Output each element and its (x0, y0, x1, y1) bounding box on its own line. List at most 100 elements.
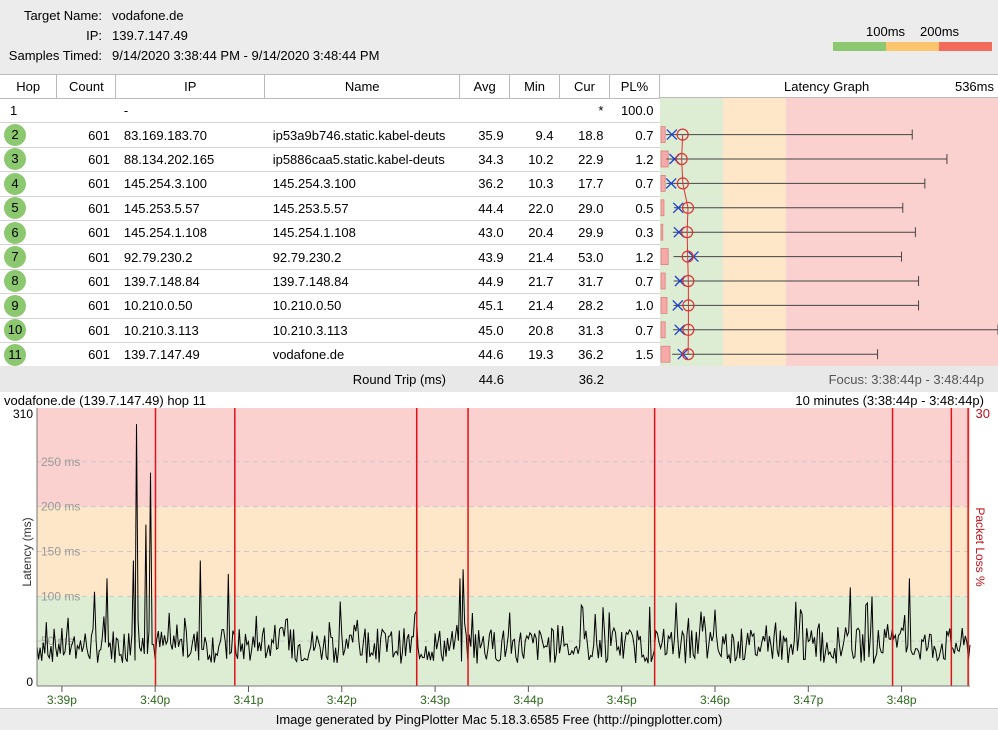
count-cell: 601 (56, 318, 116, 343)
name-cell: 92.79.230.2 (264, 244, 460, 270)
table-row[interactable]: 8 601 139.7.148.84 139.7.148.84 44.9 21.7 31.7… (0, 269, 660, 295)
name-cell: ip53a9b746.static.kabel-deuts (264, 122, 460, 148)
round-trip-cur: 36.2 (578, 372, 604, 387)
table-row[interactable]: 10 601 10.210.3.113 10.210.3.113 45.0 20.8 31.… (0, 318, 660, 343)
ip-cell: 10.210.0.50 (115, 293, 265, 319)
min-cell: 21.4 (509, 244, 560, 270)
ip-cell: - (115, 98, 265, 124)
count-cell: 601 (56, 122, 116, 148)
col-avg[interactable]: Avg (459, 74, 511, 99)
cur-cell: 31.7 (559, 269, 610, 295)
col-name[interactable]: Name (264, 74, 461, 99)
hop-number: 4 (4, 172, 26, 195)
pl-cell: 1.2 (609, 244, 660, 270)
round-trip-row: Round Trip (ms) 44.6 36.2 Focus: 3:38:44… (0, 366, 998, 392)
y-tick-label: 100 ms (41, 589, 80, 603)
target-name-value: vodafone.de (112, 8, 184, 23)
ip-value: 139.7.147.49 (112, 28, 188, 43)
latency-graph-header: Latency Graph 536ms (660, 74, 998, 98)
col-pl[interactable]: PL% (609, 74, 661, 99)
col-ip[interactable]: IP (115, 74, 266, 99)
min-cell: 21.7 (509, 269, 560, 295)
col-hop[interactable]: Hop (0, 74, 58, 99)
round-trip-label: Round Trip (ms) (352, 372, 446, 387)
avg-cell: 35.9 (459, 122, 510, 148)
hop-number: 1 (10, 103, 18, 119)
avg-cell: 34.3 (459, 147, 510, 173)
table-row[interactable]: 5 601 145.253.5.57 145.253.5.57 44.4 22.0 29.0… (0, 196, 660, 221)
latency-graph[interactable] (660, 98, 998, 367)
hop-number: 8 (4, 270, 26, 293)
ip-cell: 92.79.230.2 (115, 244, 265, 270)
focus-range: Focus: 3:38:44p - 3:48:44p (828, 372, 984, 387)
hop-number: 7 (4, 246, 26, 269)
hop-cell: 1 (0, 98, 57, 124)
pl-cell: 1.2 (609, 147, 660, 173)
col-min[interactable]: Min (509, 74, 561, 99)
col-cur[interactable]: Cur (559, 74, 610, 99)
x-tick-label: 3:46p (700, 693, 730, 707)
cur-cell: 36.2 (559, 342, 610, 368)
avg-cell: 44.9 (459, 269, 510, 295)
y-tick-label: 0 (26, 675, 33, 689)
packet-loss-bar (660, 345, 671, 363)
x-tick-label: 3:41p (233, 693, 263, 707)
hops-table: Hop Count IP Name Avg Min Cur PL% 1- * 100… (0, 74, 661, 368)
name-cell: 145.254.1.108 (264, 220, 460, 246)
pl-cell: 1.5 (609, 342, 660, 368)
table-row[interactable]: 7 601 92.79.230.2 92.79.230.2 43.9 21.4 53.0 1.… (0, 244, 660, 270)
x-tick-label: 3:48p (887, 693, 917, 707)
count-cell: 601 (56, 147, 116, 173)
hop-number: 9 (4, 294, 26, 317)
timeline-chart[interactable]: 310250 ms200 ms150 ms100 ms50 ms0Latency… (0, 406, 998, 708)
footer: Image generated by PingPlotter Mac 5.18.… (0, 708, 998, 730)
min-cell: 22.0 (509, 196, 560, 221)
table-row[interactable]: 11 601 139.7.147.49 vodafone.de 44.6 19.3 36.2… (0, 342, 660, 368)
target-name-label: Target Name: (23, 8, 102, 23)
table-row[interactable]: 1 - * 100.0 (0, 98, 660, 124)
name-cell: 10.210.3.113 (264, 318, 460, 343)
table-row[interactable]: 4 601 145.254.3.100 145.254.3.100 36.2 10.3 17… (0, 171, 660, 197)
min-cell: 20.8 (509, 318, 560, 343)
name-cell: 10.210.0.50 (264, 293, 460, 319)
count-cell: 601 (56, 269, 116, 295)
samples-label: Samples Timed: (8, 48, 102, 63)
y2-axis-label: Packet Loss % (973, 507, 987, 587)
packet-loss-bar (660, 175, 666, 192)
table-row[interactable]: 9 601 10.210.0.50 10.210.0.50 45.1 21.4 28.2 1.… (0, 293, 660, 319)
count-cell: 601 (56, 244, 116, 270)
name-cell: 139.7.148.84 (264, 269, 460, 295)
min-cell: 19.3 (509, 342, 560, 368)
hop-number: 11 (4, 343, 26, 366)
pl-cell: 100.0 (609, 98, 660, 124)
min-cell: 21.4 (509, 293, 560, 319)
hop-number: 2 (4, 124, 26, 147)
timeline-panel[interactable]: vodafone.de (139.7.147.49) hop 11 10 min… (0, 392, 998, 708)
x-tick-label: 3:42p (327, 693, 357, 707)
avg-cell: 43.0 (459, 220, 510, 246)
hop-cell: 3 (0, 147, 57, 173)
cur-cell: 29.9 (559, 220, 610, 246)
hop-cell: 5 (0, 196, 57, 221)
pl-cell: 1.0 (609, 293, 660, 319)
latency-zone (37, 408, 970, 507)
count-cell: 601 (56, 293, 116, 319)
hop-number: 3 (4, 148, 26, 171)
pl-cell: 0.7 (609, 318, 660, 343)
table-row[interactable]: 2 601 83.169.183.70 ip53a9b746.static.kabel… (0, 122, 660, 148)
table-row[interactable]: 3 601 88.134.202.165 ip5886caa5.static.kabe… (0, 147, 660, 173)
avg-cell: 45.0 (459, 318, 510, 343)
table-row[interactable]: 6 601 145.254.1.108 145.254.1.108 43.0 20.4 29… (0, 220, 660, 246)
packet-loss-bar (660, 297, 668, 314)
hop-number: 6 (4, 221, 26, 244)
x-tick-label: 3:47p (793, 693, 823, 707)
count-cell: 601 (56, 220, 116, 246)
hop-cell: 2 (0, 122, 57, 148)
col-count[interactable]: Count (56, 74, 117, 99)
pl-cell: 0.7 (609, 269, 660, 295)
avg-cell: 44.4 (459, 196, 510, 221)
round-trip-avg: 44.6 (478, 372, 504, 387)
hop-cell: 7 (0, 244, 57, 270)
avg-cell: 45.1 (459, 293, 510, 319)
y-tick-label: 200 ms (41, 500, 80, 514)
